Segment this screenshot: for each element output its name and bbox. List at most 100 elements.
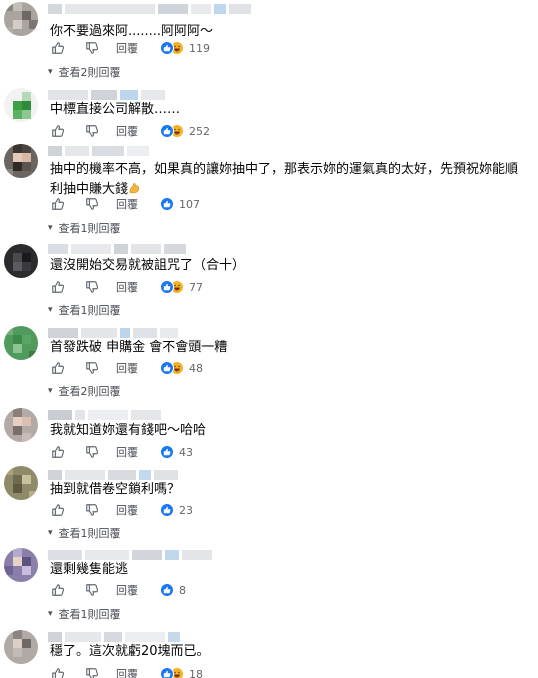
view-replies-label: 查看1則回覆 (58, 222, 121, 235)
reaction-summary[interactable]: 43 (160, 445, 193, 459)
view-replies-link[interactable]: ▾ 查看1則回覆 (48, 220, 121, 236)
like-icon[interactable] (50, 123, 66, 139)
dislike-icon[interactable] (84, 582, 100, 598)
like-icon[interactable] (50, 196, 66, 212)
like-reaction-icon (160, 361, 174, 375)
dislike-icon[interactable] (84, 666, 100, 678)
chevron-down-icon: ▾ (48, 609, 53, 619)
chevron-down-icon: ▾ (48, 67, 53, 77)
dislike-icon[interactable] (84, 444, 100, 460)
comment-text: 中標直接公司解散…… (50, 102, 181, 117)
reaction-count: 77 (189, 280, 203, 294)
reaction-summary[interactable]: 119 (160, 41, 210, 55)
reaction-summary[interactable]: 252 (160, 124, 210, 138)
reaction-summary[interactable]: 23 (160, 503, 193, 517)
dislike-icon[interactable] (84, 196, 100, 212)
like-icon[interactable] (50, 279, 66, 295)
reply-button[interactable]: 回覆 (116, 360, 138, 376)
comment-feed: 你不要過來阿........阿阿阿～ 回覆 119 ▾ 查看2則回覆 中標直接公司… (0, 0, 538, 678)
comment-text: 我就知道妳還有錢吧～哈哈 (50, 423, 207, 438)
view-replies-link[interactable]: ▾ 查看1則回覆 (48, 606, 121, 622)
reaction-summary[interactable]: 48 (160, 361, 203, 375)
reply-button[interactable]: 回覆 (116, 196, 138, 212)
comment: 我就知道妳還有錢吧～哈哈 回覆 43 (0, 406, 538, 462)
like-reaction-icon (160, 445, 174, 459)
author-name-blurred[interactable] (48, 409, 161, 421)
avatar[interactable] (4, 630, 38, 664)
comment-actions: 回覆 252 (50, 123, 210, 139)
comment-actions: 回覆 107 (50, 196, 200, 212)
like-icon[interactable] (50, 444, 66, 460)
reaction-count: 48 (189, 361, 203, 375)
comment: 抽中的機率不高，如果真的讓妳抽中了，那表示妳的運氣真的太好，先預祝妳能順利抽中賺… (0, 144, 538, 236)
comment: 你不要過來阿........阿阿阿～ 回覆 119 ▾ 查看2則回覆 (0, 0, 538, 82)
view-replies-link[interactable]: ▾ 查看1則回覆 (48, 525, 121, 541)
dislike-icon[interactable] (84, 40, 100, 56)
comment-text: 抽到就借卷空鎖利嗎？ (50, 482, 181, 497)
reaction-count: 43 (179, 445, 193, 459)
comment-text: 穩了。這次就虧20塊而已。 (50, 644, 210, 659)
avatar[interactable] (4, 2, 38, 36)
reaction-count: 23 (179, 503, 193, 517)
comment-actions: 回覆 8 (50, 582, 186, 598)
comment-text: 還沒開始交易就被詛咒了（合十） (50, 258, 246, 273)
reply-button[interactable]: 回覆 (116, 279, 138, 295)
avatar[interactable] (4, 548, 38, 582)
comment: 中標直接公司解散…… 回覆 252 (0, 88, 538, 144)
like-reaction-icon (160, 503, 174, 517)
reaction-count: 107 (179, 197, 200, 211)
dislike-icon[interactable] (84, 502, 100, 518)
reaction-summary[interactable]: 8 (160, 583, 186, 597)
like-icon[interactable] (50, 666, 66, 678)
reaction-summary[interactable]: 107 (160, 197, 200, 211)
reaction-count: 119 (189, 41, 210, 55)
like-icon[interactable] (50, 502, 66, 518)
comment: 抽到就借卷空鎖利嗎？ 回覆 23 ▾ 查看1則回覆 (0, 464, 538, 544)
chevron-down-icon: ▾ (48, 305, 53, 315)
comment-actions: 回覆 18 (50, 666, 203, 678)
comment: 穩了。這次就虧20塊而已。 回覆 18 (0, 628, 538, 678)
dislike-icon[interactable] (84, 279, 100, 295)
reply-button[interactable]: 回覆 (116, 502, 138, 518)
reply-button[interactable]: 回覆 (116, 123, 138, 139)
reply-button[interactable]: 回覆 (116, 40, 138, 56)
reaction-summary[interactable]: 77 (160, 280, 203, 294)
like-reaction-icon (160, 41, 174, 55)
like-icon[interactable] (50, 582, 66, 598)
like-reaction-icon (160, 583, 174, 597)
like-icon[interactable] (50, 40, 66, 56)
view-replies-link[interactable]: ▾ 查看1則回覆 (48, 302, 121, 318)
view-replies-link[interactable]: ▾ 查看2則回覆 (48, 64, 121, 80)
author-name-blurred[interactable] (48, 243, 186, 255)
reply-button[interactable]: 回覆 (116, 444, 138, 460)
like-icon[interactable] (50, 360, 66, 376)
like-reaction-icon (160, 124, 174, 138)
reply-button[interactable]: 回覆 (116, 582, 138, 598)
comment-actions: 回覆 43 (50, 444, 193, 460)
avatar[interactable] (4, 244, 38, 278)
chevron-down-icon: ▾ (48, 386, 53, 396)
like-reaction-icon (160, 197, 174, 211)
view-replies-link[interactable]: ▾ 查看2則回覆 (48, 383, 121, 399)
avatar[interactable] (4, 408, 38, 442)
reply-button[interactable]: 回覆 (116, 666, 138, 678)
comment-actions: 回覆 48 (50, 360, 203, 376)
avatar[interactable] (4, 466, 38, 500)
author-name-blurred[interactable] (48, 145, 149, 157)
like-reaction-icon (160, 280, 174, 294)
view-replies-label: 查看1則回覆 (58, 527, 121, 540)
comment: 首發跌破 申購金 會不會頭一糟 回覆 48 ▾ 查看2則回覆 (0, 324, 538, 402)
reaction-count: 252 (189, 124, 210, 138)
avatar[interactable] (4, 326, 38, 360)
avatar[interactable] (4, 144, 38, 178)
avatar[interactable] (4, 88, 38, 122)
author-name-blurred[interactable] (48, 3, 251, 15)
like-reaction-icon (160, 667, 174, 678)
dislike-icon[interactable] (84, 360, 100, 376)
dislike-icon[interactable] (84, 123, 100, 139)
reaction-summary[interactable]: 18 (160, 667, 203, 678)
chevron-down-icon: ▾ (48, 528, 53, 538)
comment-text: 還剩幾隻能逃 (50, 562, 129, 577)
comment-text: 抽中的機率不高，如果真的讓妳抽中了，那表示妳的運氣真的太好，先預祝妳能順利抽中賺… (50, 160, 528, 200)
view-replies-label: 查看2則回覆 (58, 385, 121, 398)
